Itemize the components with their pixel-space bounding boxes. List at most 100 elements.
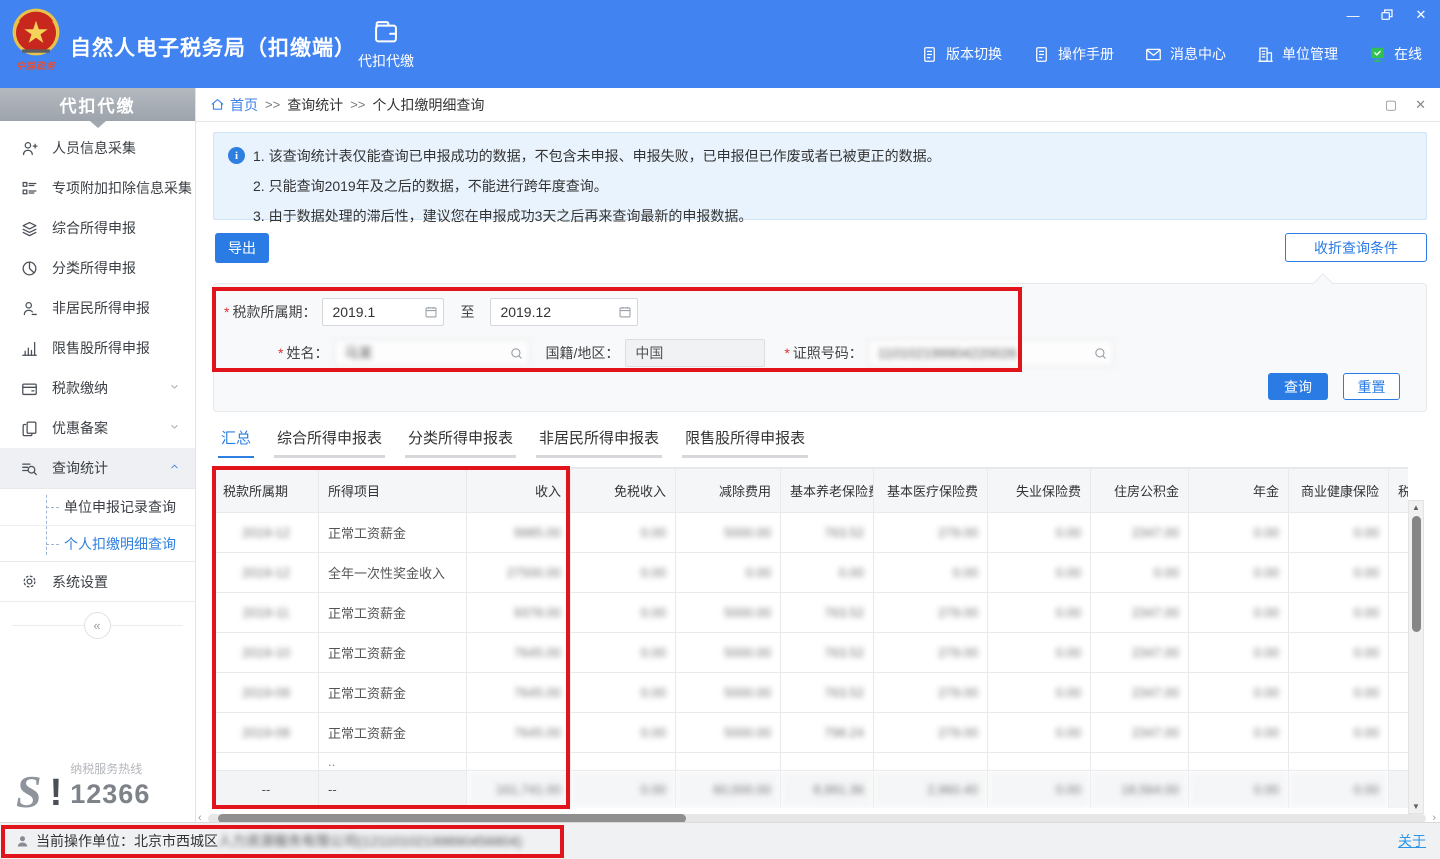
breadcrumb-home[interactable]: 首页: [210, 95, 258, 115]
table-cell: 5000.00: [676, 633, 781, 673]
table-row[interactable]: ..: [214, 753, 1409, 771]
sidebar-item-label: 优惠备案: [52, 418, 108, 438]
breadcrumb-item[interactable]: 个人扣缴明细查询: [372, 95, 484, 115]
close-button[interactable]: ✕: [1412, 6, 1430, 24]
breadcrumb-home-label: 首页: [230, 95, 258, 115]
document-icon: [1032, 45, 1051, 64]
sidebar-item-label: 限售股所得申报: [52, 338, 150, 358]
sidebar-item-label: 专项附加扣除信息采集: [52, 178, 192, 198]
to-label: 至: [460, 302, 474, 322]
table-cell: 0.00: [988, 513, 1091, 553]
header-menu-item-3[interactable]: 消息中心: [1144, 44, 1226, 64]
sidebar-item-8[interactable]: 优惠备案: [0, 408, 195, 448]
pie-chart-icon: [20, 259, 39, 278]
period-label: 税款所属期：: [224, 302, 316, 322]
header-menu-item-label: 单位管理: [1282, 44, 1338, 64]
tab-2[interactable]: 综合所得申报表: [274, 427, 385, 458]
breadcrumb-trail: >>查询统计>>个人扣缴明细查询: [258, 95, 484, 115]
table-cell: 正常工资薪金: [319, 713, 467, 753]
export-button[interactable]: 导出: [215, 233, 269, 263]
wallet-icon: [20, 379, 39, 398]
breadcrumb-item[interactable]: 查询统计: [287, 95, 343, 115]
sidebar-item-1[interactable]: 人员信息采集: [0, 128, 195, 168]
panel-close-icon[interactable]: ✕: [1415, 97, 1426, 113]
column-header: 税: [1389, 469, 1409, 513]
tab-withholding[interactable]: 代扣代缴: [348, 18, 424, 71]
table-row[interactable]: 2019-09正常工资薪金7645.000.005000.00763.52279…: [214, 673, 1409, 713]
app-header: 中国税务 自然人电子税务局（扣缴端） 代扣代缴 版本切换 操作手册 消息中心 单位管理…: [0, 0, 1440, 88]
table-row[interactable]: 2019-12全年一次性奖金收入27500.000.000.000.000.00…: [214, 553, 1409, 593]
table-row[interactable]: 2019-11正常工资薪金9378.000.005000.00763.52279…: [214, 593, 1409, 633]
scroll-up-icon[interactable]: ▲: [1412, 501, 1420, 514]
table-cell: 763.52: [781, 513, 874, 553]
building-icon: [1256, 45, 1275, 64]
about-link[interactable]: 关于: [1398, 831, 1426, 851]
table-cell: 0.00: [676, 553, 781, 593]
collapse-query-button[interactable]: 收折查询条件: [1285, 233, 1427, 262]
minimize-button[interactable]: —: [1344, 6, 1362, 24]
table-cell: [214, 753, 319, 771]
column-header: 住房公积金: [1091, 469, 1189, 513]
wallet-tab-icon: [372, 18, 400, 46]
sidebar-subitem-2[interactable]: 个人扣缴明细查询: [0, 525, 195, 561]
table-cell: 正常工资薪金: [319, 633, 467, 673]
table-cell: [1189, 753, 1289, 771]
table-cell: 9378.00: [467, 593, 571, 633]
sidebar-item-3[interactable]: 综合所得申报: [0, 208, 195, 248]
nationality-input: [625, 339, 765, 367]
restore-button[interactable]: [1378, 6, 1396, 24]
calendar-icon: [424, 305, 438, 319]
sidebar-collapse-row: «: [0, 612, 195, 638]
sidebar-collapse-button[interactable]: «: [84, 612, 111, 639]
table-cell: 正常工资薪金: [319, 593, 467, 633]
table-cell: [1389, 633, 1409, 673]
result-table: 税款所属期所得项目收入免税收入减除费用基本养老保险费基本医疗保险费失业保险费住房…: [213, 468, 1408, 808]
vertical-scrollbar[interactable]: ▲ ▼: [1408, 500, 1424, 814]
sidebar-item-5[interactable]: 非居民所得申报: [0, 288, 195, 328]
table-cell: 2019-12: [214, 553, 319, 593]
table-cell: 5000.00: [676, 713, 781, 753]
emblem-caption: 中国税务: [8, 59, 64, 72]
result-tabs: 汇总综合所得申报表分类所得申报表非居民所得申报表限售股所得申报表: [218, 427, 1427, 458]
table-cell: 0.00: [988, 633, 1091, 673]
sidebar-item-7[interactable]: 税款缴纳: [0, 368, 195, 408]
query-button[interactable]: 查询: [1268, 373, 1328, 400]
header-menu-item-2[interactable]: 操作手册: [1032, 44, 1114, 64]
hotline-exclaim-icon: !: [50, 774, 63, 812]
table-cell: 0.00: [1189, 713, 1289, 753]
sidebar-item-6[interactable]: 限售股所得申报: [0, 328, 195, 368]
header-menu-item-4[interactable]: 单位管理: [1256, 44, 1338, 64]
table-row[interactable]: 2019-10正常工资薪金7645.000.005000.00763.52279…: [214, 633, 1409, 673]
national-emblem-icon: [10, 6, 62, 58]
panel-maximize-icon[interactable]: ▢: [1385, 97, 1397, 113]
period-to-input[interactable]: [490, 298, 638, 326]
id-number-input[interactable]: [868, 339, 1114, 367]
search-icon[interactable]: [509, 346, 524, 361]
tab-5[interactable]: 限售股所得申报表: [682, 427, 808, 458]
search-icon[interactable]: [1093, 346, 1108, 361]
sidebar-item-4[interactable]: 分类所得申报: [0, 248, 195, 288]
sidebar-item-9[interactable]: 查询统计: [0, 448, 195, 488]
header-menu-item-1[interactable]: 版本切换: [920, 44, 1002, 64]
table-cell: [1091, 753, 1189, 771]
table-cell: 279.00: [874, 633, 988, 673]
table-row[interactable]: ----161,741.000.0060,000.008,991.362,960…: [214, 771, 1409, 809]
vertical-scrollbar-thumb[interactable]: [1412, 516, 1421, 632]
tab-3[interactable]: 分类所得申报表: [405, 427, 516, 458]
app-title: 自然人电子税务局（扣缴端）: [70, 32, 356, 62]
documents-icon: [20, 419, 39, 438]
name-input[interactable]: [334, 339, 530, 367]
tab-4[interactable]: 非居民所得申报表: [536, 427, 662, 458]
notice-line-3: 3. 由于数据处理的滞后性，建议您在申报成功3天之后再来查询最新的申报数据。: [253, 201, 941, 231]
table-cell: 7645.00: [467, 633, 571, 673]
table-row[interactable]: 2019-08正常工资薪金7645.000.005000.00798.24279…: [214, 713, 1409, 753]
header-menu-item-5[interactable]: 在线: [1368, 44, 1422, 64]
tab-1[interactable]: 汇总: [218, 427, 254, 458]
table-row[interactable]: 2019-12正常工资薪金9985.000.005000.00763.52279…: [214, 513, 1409, 553]
sidebar-subitem-1[interactable]: 单位申报记录查询: [0, 489, 195, 525]
reset-button[interactable]: 重置: [1343, 373, 1400, 400]
hotline-label: 纳税服务热线: [70, 760, 150, 777]
sidebar-item-settings[interactable]: 系统设置: [0, 562, 195, 602]
sidebar-item-2[interactable]: 专项附加扣除信息采集: [0, 168, 195, 208]
table-cell: [1289, 753, 1389, 771]
